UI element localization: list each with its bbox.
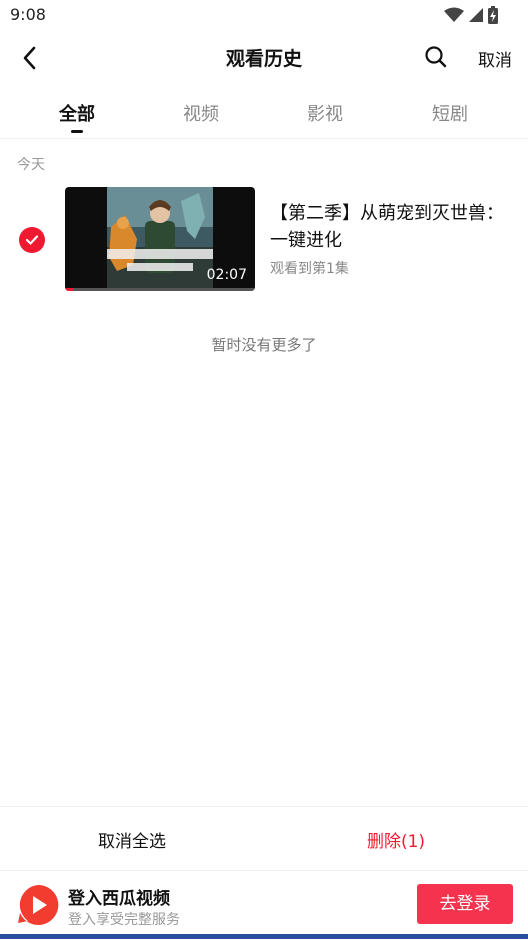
watch-progress-fill (65, 288, 73, 291)
xigua-logo-icon (18, 884, 59, 925)
tab-short-drama[interactable]: 短剧 (410, 100, 490, 126)
video-duration: 02:07 (206, 267, 247, 283)
login-button[interactable]: 去登录 (417, 884, 513, 924)
unselect-all-button[interactable]: 取消全选 (0, 827, 264, 852)
status-time: 9:08 (10, 5, 46, 24)
bottom-edge (0, 934, 528, 939)
watch-status: 观看到第1集 (270, 261, 349, 277)
status-icons (444, 6, 498, 24)
history-item[interactable]: 02:07 【第二季】从萌宠到灭世兽：一键进化 观看到第1集 (0, 186, 528, 292)
wifi-icon (444, 7, 464, 22)
login-title: 登入西瓜视频 (68, 889, 170, 909)
video-title[interactable]: 【第二季】从萌宠到灭世兽：一键进化 (270, 200, 515, 254)
category-tabs: 全部 视频 影视 短剧 (0, 88, 528, 139)
battery-icon (488, 6, 498, 24)
tab-film-tv[interactable]: 影视 (285, 100, 365, 126)
search-button[interactable] (423, 44, 449, 70)
top-nav-bar: 观看历史 取消 (0, 34, 528, 82)
section-label-today: 今天 (17, 157, 45, 173)
tab-all[interactable]: 全部 (37, 100, 117, 126)
video-thumbnail[interactable]: 02:07 (65, 187, 255, 291)
edit-action-bar: 取消全选 删除(1) (0, 806, 528, 871)
thumbnail-artwork (107, 187, 213, 291)
active-tab-indicator (71, 130, 83, 133)
search-icon (425, 46, 447, 68)
watch-progress-bar (65, 288, 255, 291)
checkmark-icon (25, 235, 39, 245)
status-bar: 9:08 (0, 0, 528, 32)
signal-icon (469, 8, 483, 22)
cancel-button[interactable]: 取消 (478, 46, 512, 71)
tab-video[interactable]: 视频 (161, 100, 241, 126)
no-more-content-text: 暂时没有更多了 (211, 336, 317, 354)
login-banner: 登入西瓜视频 登入享受完整服务 去登录 (0, 870, 528, 940)
login-subtitle: 登入享受完整服务 (68, 912, 180, 928)
selected-checkbox[interactable] (19, 227, 45, 253)
delete-button[interactable]: 删除(1) (264, 827, 528, 852)
